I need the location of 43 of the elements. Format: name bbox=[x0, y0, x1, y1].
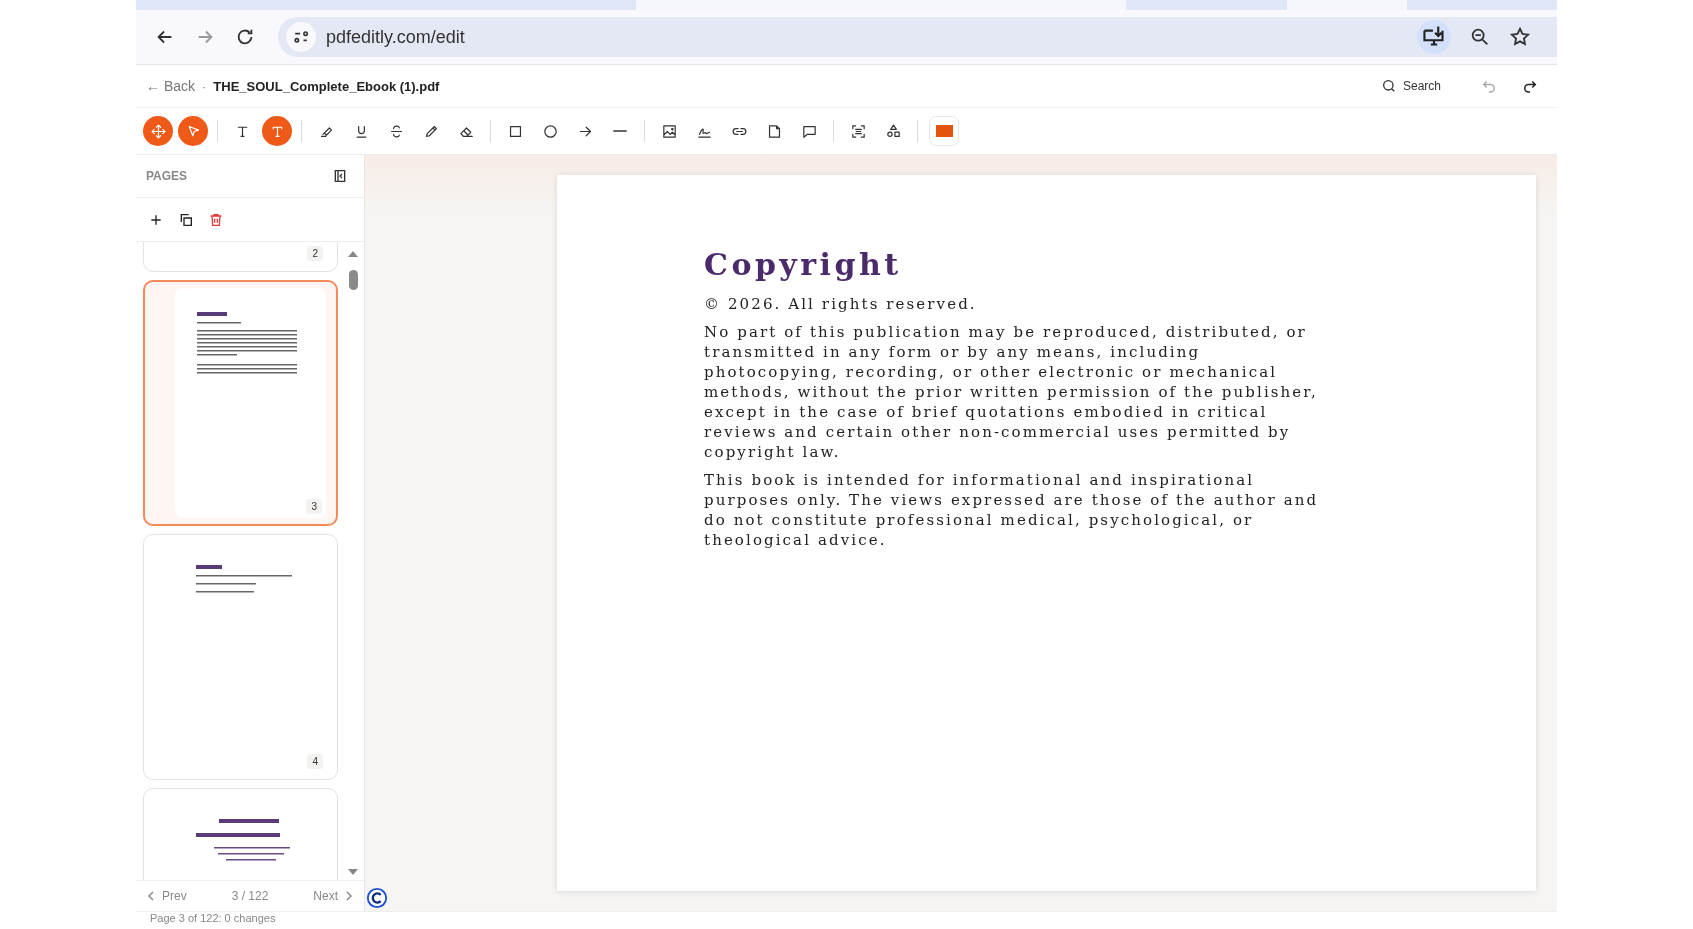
page-number: 2 bbox=[307, 246, 323, 261]
collapse-panel-icon[interactable] bbox=[332, 168, 348, 184]
address-bar[interactable]: pdfeditly.com/edit bbox=[278, 17, 1557, 57]
shapes-icon bbox=[884, 122, 902, 140]
copyright-notice: © 2026. All rights reserved. bbox=[704, 294, 978, 314]
back-link[interactable]: ← Back bbox=[146, 78, 195, 94]
chevron-left-icon bbox=[148, 891, 154, 901]
pages-title: PAGES bbox=[146, 169, 188, 183]
page-thumbnail[interactable]: 3 bbox=[143, 280, 338, 526]
extension-icon[interactable] bbox=[366, 887, 388, 909]
page-number: 4 bbox=[307, 754, 323, 769]
chevron-right-icon bbox=[346, 891, 352, 901]
page-thumbnail[interactable]: 4 bbox=[143, 534, 338, 780]
scroll-down-icon[interactable] bbox=[347, 868, 359, 876]
image-icon bbox=[660, 122, 678, 140]
status-bar: Page 3 of 122: 0 changes bbox=[136, 911, 1557, 929]
move-tool[interactable] bbox=[143, 116, 173, 146]
scroll-up-icon[interactable] bbox=[347, 250, 359, 258]
page-heading: Copyright bbox=[704, 247, 903, 282]
next-button[interactable]: Next bbox=[313, 889, 352, 903]
page-number: 3 bbox=[306, 499, 322, 514]
prev-button[interactable]: Prev bbox=[148, 889, 187, 903]
scan-icon bbox=[849, 122, 867, 140]
scrollbar-thumb[interactable] bbox=[348, 270, 358, 290]
duplicate-icon[interactable] bbox=[178, 211, 194, 228]
zoom-out-icon[interactable] bbox=[1469, 26, 1491, 48]
separator-dot: · bbox=[202, 78, 207, 94]
file-name: THE_SOUL_Complete_Ebook (1).pdf bbox=[213, 78, 440, 94]
body-paragraph: This book is intended for informational and inspirational purposes only. The views expressed are those of the author and do not constitute professional medical, psychological, or theological advice. bbox=[704, 470, 1320, 550]
install-icon[interactable] bbox=[1417, 20, 1451, 54]
trash-icon[interactable] bbox=[208, 211, 224, 228]
page-thumbnail[interactable]: 2 bbox=[143, 242, 338, 272]
page-position: 3 / 122 bbox=[231, 889, 269, 903]
search-button[interactable]: Search bbox=[1376, 74, 1445, 98]
line-icon bbox=[613, 130, 627, 132]
body-paragraph: No part of this publication may be reproduced, distributed, or transmitted in any form or by any means, including photocopying, recording, or other electronic or mechanical methods, without the prior written permission of the publisher, except in the case of brief quotations embodied in critical reviews and certain other non-commercial uses permitted by copyright law. bbox=[704, 322, 1319, 462]
star-icon[interactable] bbox=[1509, 26, 1531, 48]
text-tool[interactable] bbox=[262, 116, 292, 146]
move-icon bbox=[149, 122, 167, 140]
pointer-tool[interactable] bbox=[178, 116, 208, 146]
site-settings-icon[interactable] bbox=[286, 22, 316, 52]
search-icon bbox=[1380, 78, 1397, 94]
color-swatch[interactable] bbox=[929, 116, 959, 146]
